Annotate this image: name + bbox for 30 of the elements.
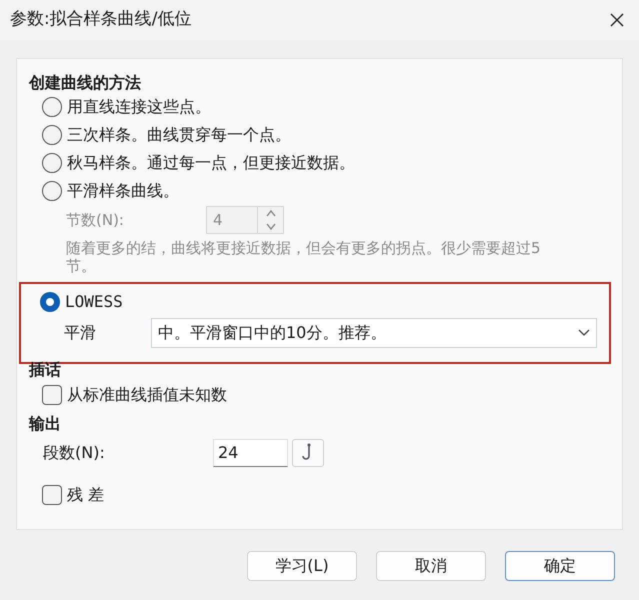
dialog-button[interactable]: 学习(L) [247,551,357,581]
dialog-button[interactable]: 取消 [376,551,486,581]
segments-field[interactable]: 24 [213,439,288,467]
radio-label[interactable]: 用直线连接这些点。 [67,95,211,119]
dialog-button[interactable]: 确定 [505,551,615,581]
hook-button[interactable] [292,439,324,467]
radio-label[interactable]: 三次样条。曲线贯穿每一个点。 [67,123,291,147]
smoothing-dropdown[interactable]: 中。平滑窗口中的10分。推荐。 [151,318,597,348]
radio-button[interactable] [42,97,62,117]
segments-label: 段数(N): [43,442,106,464]
checkbox-label[interactable]: 从标准曲线插值未知数 [67,383,227,407]
checkbox-label[interactable]: 残 差 [67,483,104,507]
section-heading: 插话 [29,359,62,380]
radio-label[interactable]: LOWESS [65,290,123,314]
chevron-down-icon [578,329,590,337]
window-title: 参数:拟合样条曲线/低位 [10,8,192,32]
knots-note: 随着更多的结，曲线将更接近数据，但会有更多的拐点。很少需要超过5节。 [66,239,542,275]
checkbox[interactable] [42,385,62,405]
radio-label[interactable]: 平滑样条曲线。 [67,179,179,203]
radio-button[interactable] [40,292,60,312]
radio-button[interactable] [42,153,62,173]
smoothing-label: 平滑 [64,322,97,344]
close-icon[interactable] [609,12,625,28]
checkbox[interactable] [42,485,62,505]
section-heading: 创建曲线的方法 [29,72,142,93]
radio-button[interactable] [42,181,62,201]
radio-label[interactable]: 秋马样条。通过每一点，但更接近数据。 [67,151,355,175]
radio-button[interactable] [42,125,62,145]
knots-label: 节数(N): [66,210,125,231]
section-heading: 输出 [29,413,62,435]
